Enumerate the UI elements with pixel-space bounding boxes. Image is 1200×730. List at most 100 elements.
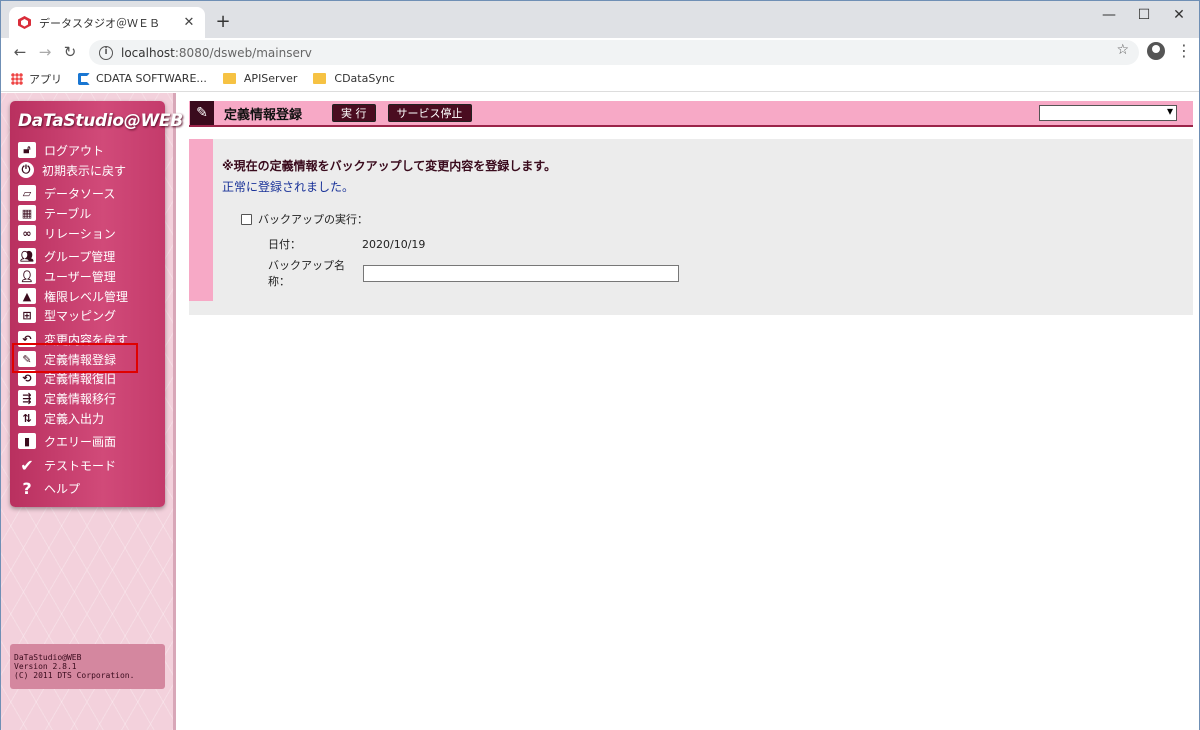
success-message: 正常に登録されました。: [222, 180, 355, 194]
link-icon: ∞: [18, 225, 36, 241]
sidebar-item-query[interactable]: ▮ クエリー画面: [18, 432, 116, 450]
url-path: :8080/dsweb/mainserv: [174, 45, 312, 60]
version-app-name: DaTaStudio@WEB: [14, 653, 82, 662]
sidebar-item-test-mode[interactable]: ✔ テストモード: [18, 456, 117, 475]
bookmark-apiserver[interactable]: APIServer: [222, 72, 297, 85]
reload-icon[interactable]: ↻: [59, 41, 81, 63]
version-copyright: (C) 2011 DTS Corporation.: [14, 671, 135, 680]
sidebar-item-help[interactable]: ? ヘルプ: [18, 478, 81, 498]
browser-menu-icon[interactable]: ⋮: [1176, 41, 1192, 60]
minimize-icon[interactable]: —: [1091, 3, 1127, 27]
site-info-icon[interactable]: i: [99, 45, 113, 60]
version-number: Version 2.8.1: [14, 662, 77, 671]
side-menu: DaTaStudio@WEB 🔓︎ ログアウト ⏻ 初期表示に戻す ▱ データソース …: [10, 101, 183, 507]
sidebar-item-permissions[interactable]: ▲ 権限レベル管理: [18, 287, 128, 305]
apps-grid-icon: [11, 72, 23, 85]
sidebar-item-groups[interactable]: 👥︎ グループ管理: [18, 247, 115, 265]
browser-toolbar: ← → ↻ i localhost:8080/dsweb/mainserv ☆: [1, 38, 1199, 66]
app-favicon-icon: [17, 16, 31, 30]
sidebar-item-label: ユーザー管理: [44, 269, 116, 284]
lock-icon: 🔓︎: [18, 142, 36, 158]
backup-row: バックアップの実行：: [241, 211, 368, 227]
url-host: localhost: [121, 45, 175, 60]
help-icon: ?: [22, 478, 32, 498]
sidebar-item-label: ヘルプ: [44, 481, 81, 496]
date-row: 日付： 2020/10/19: [268, 236, 425, 252]
sidebar-item-logout[interactable]: 🔓︎ ログアウト: [18, 141, 104, 159]
bookmarks-bar: アプリ CDATA SOFTWARE... APIServer CDataSyn…: [1, 66, 1199, 92]
maximize-icon[interactable]: ☐: [1126, 3, 1162, 27]
notice-text: ※現在の定義情報をバックアップして変更内容を登録します。: [222, 159, 557, 173]
group-icon: 👥︎: [18, 248, 36, 264]
sidebar-item-label: 定義入出力: [44, 411, 105, 426]
backup-name-input[interactable]: [363, 264, 679, 282]
header-select[interactable]: [1039, 104, 1177, 121]
new-tab-icon[interactable]: +: [213, 11, 233, 32]
chart-icon: ▮: [18, 433, 36, 449]
sidebar-item-table[interactable]: ▦ テーブル: [18, 204, 91, 222]
user-icon: 👤︎: [18, 268, 36, 284]
sidebar-item-label: 型マッピング: [44, 308, 117, 323]
profile-avatar-icon[interactable]: [1147, 42, 1165, 60]
stop-service-button[interactable]: サービス停止: [387, 104, 472, 122]
url-text: localhost:8080/dsweb/mainserv: [121, 46, 312, 60]
sidebar-item-label: 初期表示に戻す: [42, 163, 127, 178]
folder-icon: ▱: [18, 185, 36, 201]
close-tab-icon[interactable]: ✕: [181, 15, 197, 30]
folder-icon: [313, 73, 327, 84]
back-icon[interactable]: ←: [9, 41, 31, 63]
bookmark-label: CDATA SOFTWARE...: [96, 72, 207, 85]
app-content: DaTaStudio@WEB 🔓︎ ログアウト ⏻ 初期表示に戻す ▱ データソース …: [1, 93, 1199, 730]
sidebar-item-migrate-definition[interactable]: ⇶ 定義情報移行: [18, 389, 116, 407]
version-info: DaTaStudio@WEB Version 2.8.1 (C) 2011 DT…: [10, 644, 165, 689]
sidebar-item-label: テストモード: [44, 458, 117, 473]
power-icon: ⏻: [18, 162, 34, 178]
page-title: 定義情報登録: [224, 107, 303, 123]
migrate-icon: ⇶: [18, 390, 36, 406]
bookmark-label: アプリ: [29, 72, 62, 86]
bookmark-apps[interactable]: アプリ: [11, 71, 62, 87]
browser-tab[interactable]: データスタジオ＠ＷＥＢ ✕: [9, 7, 205, 38]
sidebar-item-type-mapping[interactable]: ⊞ 型マッピング: [18, 306, 116, 324]
sidebar-item-import-export[interactable]: ⇅ 定義入出力: [18, 409, 104, 427]
app-logo: DaTaStudio@WEB: [18, 111, 183, 131]
backup-label: バックアップの実行：: [258, 213, 368, 226]
sidebar-item-datasource[interactable]: ▱ データソース: [18, 184, 115, 202]
run-button[interactable]: 実 行: [332, 104, 376, 122]
sidebar-item-label: グループ管理: [44, 249, 116, 264]
sidebar-item-label: データソース: [44, 186, 116, 201]
sidebar-item-label: リレーション: [44, 226, 116, 241]
bookmark-star-icon[interactable]: ☆: [1116, 42, 1129, 58]
date-value: 2020/10/19: [362, 237, 426, 251]
sidebar-item-label: ログアウト: [44, 143, 105, 158]
browser-window: データスタジオ＠ＷＥＢ ✕ + — ☐ ✕ ← → ↻ i localhost:…: [0, 0, 1200, 730]
backup-checkbox[interactable]: [241, 213, 252, 225]
address-bar[interactable]: i localhost:8080/dsweb/mainserv ☆: [89, 40, 1139, 65]
bookmark-cdata[interactable]: CDATA SOFTWARE...: [78, 72, 207, 85]
selection-highlight-box: [12, 343, 138, 373]
bookmark-label: CDataSync: [334, 72, 395, 85]
folder-icon: [222, 73, 236, 84]
sidebar-item-users[interactable]: 👤︎ ユーザー管理: [18, 267, 116, 285]
edit-icon: ✎: [190, 101, 214, 125]
forward-icon[interactable]: →: [34, 41, 56, 63]
name-row: バックアップ名称：: [268, 257, 679, 289]
sidebar-item-reset-view[interactable]: ⏻ 初期表示に戻す: [18, 161, 126, 179]
name-label: バックアップ名称：: [268, 259, 345, 288]
tab-title: データスタジオ＠ＷＥＢ: [39, 16, 160, 30]
cdata-logo-icon: [78, 72, 90, 85]
main-area: ✎ 定義情報登録 実 行 サービス停止 ※現在の定義情報をバックアップして変更内…: [189, 93, 1193, 730]
content-panel: ※現在の定義情報をバックアップして変更内容を登録します。 正常に登録されました。…: [189, 139, 1193, 315]
mapping-icon: ⊞: [18, 307, 36, 323]
window-close-icon[interactable]: ✕: [1161, 3, 1197, 27]
sidebar-item-label: テーブル: [44, 206, 92, 221]
sidebar-item-label: 定義情報移行: [44, 391, 117, 406]
tab-strip: データスタジオ＠ＷＥＢ ✕ + — ☐ ✕: [1, 1, 1199, 38]
pyramid-icon: ▲: [18, 288, 36, 304]
sidebar-item-relation[interactable]: ∞ リレーション: [18, 224, 116, 242]
bookmark-cdatasync[interactable]: CDataSync: [313, 72, 395, 85]
date-label: 日付：: [268, 238, 301, 251]
sidebar-item-label: 権限レベル管理: [44, 289, 129, 304]
panel-accent-bar: [189, 139, 213, 301]
import-export-icon: ⇅: [18, 410, 36, 426]
